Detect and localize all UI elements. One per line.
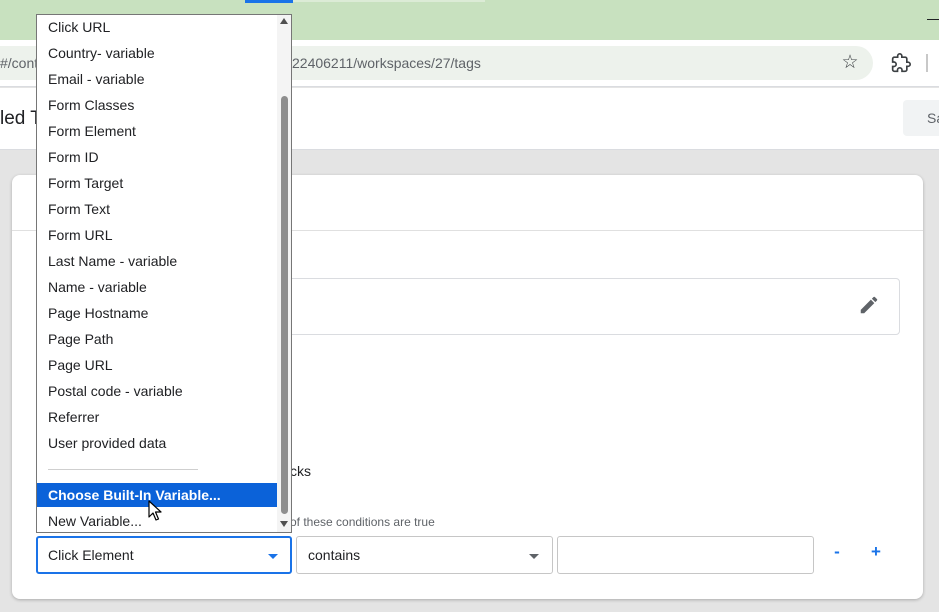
star-icon[interactable]: ☆ bbox=[840, 53, 860, 73]
active-tab-indicator[interactable] bbox=[245, 0, 293, 3]
dropdown-option[interactable]: Form Element bbox=[37, 119, 277, 143]
window-minimize-icon[interactable] bbox=[925, 12, 939, 26]
dropdown-option[interactable]: Page Hostname bbox=[37, 301, 277, 325]
chevron-down-icon bbox=[268, 554, 278, 559]
save-button[interactable]: Sa bbox=[903, 100, 939, 136]
dropdown-option[interactable]: Form URL bbox=[37, 223, 277, 247]
mouse-pointer-icon bbox=[148, 500, 162, 522]
variable-select[interactable]: Click Element bbox=[36, 536, 292, 574]
dropdown-option[interactable]: Last Name - variable bbox=[37, 249, 277, 273]
clicks-option-label: cks bbox=[290, 463, 311, 479]
chevron-down-icon bbox=[529, 554, 539, 559]
variable-dropdown-list[interactable]: Click URL Country- variable Email - vari… bbox=[36, 14, 292, 533]
condition-value-input[interactable] bbox=[557, 536, 814, 574]
dropdown-option[interactable]: Form Classes bbox=[37, 93, 277, 117]
dropdown-option[interactable]: Form ID bbox=[37, 145, 277, 169]
dropdown-option[interactable]: Page Path bbox=[37, 327, 277, 351]
dropdown-option[interactable]: Form Target bbox=[37, 171, 277, 195]
tab-strip-edge bbox=[293, 0, 485, 2]
scroll-down-icon[interactable] bbox=[280, 521, 288, 527]
variable-select-value: Click Element bbox=[48, 547, 134, 563]
toolbar-separator bbox=[926, 54, 928, 72]
operator-select-value: contains bbox=[308, 547, 361, 563]
pencil-icon[interactable] bbox=[858, 294, 880, 316]
dropdown-separator bbox=[48, 469, 198, 470]
dropdown-option[interactable]: Referrer bbox=[37, 405, 277, 429]
save-button-label: Sa bbox=[927, 110, 939, 126]
url-text-end: 22406211/workspaces/27/tags bbox=[292, 55, 481, 71]
dropdown-option[interactable]: Postal code - variable bbox=[37, 379, 277, 403]
remove-condition-button[interactable]: - bbox=[828, 542, 846, 562]
dropdown-option[interactable]: User provided data bbox=[37, 431, 277, 455]
dropdown-option[interactable]: Email - variable bbox=[37, 67, 277, 91]
url-text-start: #/cont bbox=[0, 55, 39, 71]
dropdown-option[interactable]: Name - variable bbox=[37, 275, 277, 299]
dropdown-option[interactable]: Click URL bbox=[37, 15, 277, 39]
operator-select[interactable]: contains bbox=[296, 536, 553, 574]
conditions-label: of these conditions are true bbox=[290, 515, 435, 529]
puzzle-icon[interactable] bbox=[891, 53, 911, 73]
scrollbar-thumb[interactable] bbox=[281, 96, 288, 514]
scroll-up-icon[interactable] bbox=[280, 18, 288, 24]
dropdown-option[interactable]: Form Text bbox=[37, 197, 277, 221]
dropdown-option[interactable]: Country- variable bbox=[37, 41, 277, 65]
dropdown-option[interactable]: Page URL bbox=[37, 353, 277, 377]
add-condition-button[interactable]: + bbox=[867, 542, 885, 562]
